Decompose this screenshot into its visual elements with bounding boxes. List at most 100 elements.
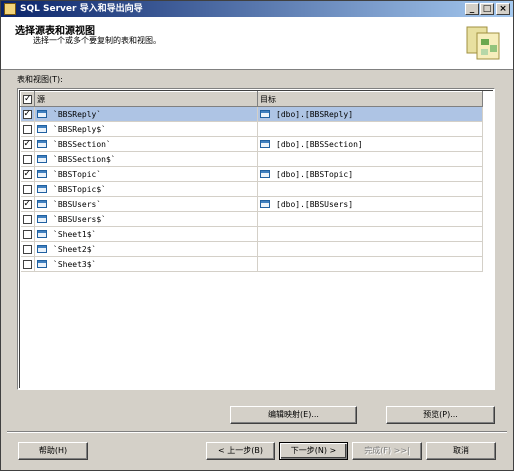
source-cell[interactable]: `Sheet1$` bbox=[34, 226, 258, 242]
source-cell[interactable]: `BBSUsers$` bbox=[34, 211, 258, 227]
table-icon bbox=[260, 110, 270, 118]
source-name: `BBSUsers` bbox=[53, 199, 102, 209]
destination-cell[interactable]: [dbo].[BBSSection] bbox=[257, 136, 483, 152]
tables-grid[interactable]: ✓ 源 目标 ✓ `BBSReply` [dbo].[BBSReply] `BBSRe… bbox=[17, 88, 495, 390]
source-name: `BBSTopic` bbox=[53, 169, 102, 179]
row-checkbox-cell[interactable] bbox=[20, 121, 35, 137]
tables-views-label: 表和视图(T): bbox=[17, 75, 63, 84]
empty-cell bbox=[258, 317, 483, 332]
preview-button[interactable]: 预览(P)... bbox=[386, 406, 495, 424]
row-checkbox-cell[interactable] bbox=[20, 241, 35, 257]
table-icon bbox=[37, 260, 47, 268]
row-checkbox-cell[interactable] bbox=[20, 181, 35, 197]
source-cell[interactable]: `Sheet2$` bbox=[34, 241, 258, 257]
table-row[interactable]: ✓ `BBSUsers` [dbo].[BBSUsers] bbox=[20, 196, 483, 212]
row-checkbox[interactable] bbox=[22, 259, 32, 269]
table-icon bbox=[37, 245, 47, 253]
table-icon bbox=[37, 230, 47, 238]
table-row[interactable]: `Sheet2$` bbox=[20, 241, 483, 257]
maximize-button[interactable]: □ bbox=[480, 3, 494, 15]
source-name: `BBSReply` bbox=[53, 109, 102, 119]
row-checkbox[interactable] bbox=[22, 124, 32, 134]
source-cell[interactable]: `BBSSection` bbox=[34, 136, 258, 152]
destination-cell[interactable] bbox=[257, 226, 483, 242]
empty-cell bbox=[21, 302, 35, 317]
edit-mappings-button[interactable]: 编辑映射(E)... bbox=[230, 406, 357, 424]
destination-cell[interactable] bbox=[257, 256, 483, 272]
destination-name: [dbo].[BBSSection] bbox=[276, 139, 363, 149]
finish-button[interactable]: 完成(F) >>| bbox=[352, 442, 422, 460]
empty-cell bbox=[35, 347, 258, 362]
source-cell[interactable]: `BBSReply` bbox=[34, 106, 258, 122]
minimize-button[interactable]: _ bbox=[465, 3, 479, 15]
empty-cell bbox=[35, 272, 258, 287]
empty-cell bbox=[258, 332, 483, 347]
empty-row bbox=[21, 362, 483, 377]
destination-column-header[interactable]: 目标 bbox=[257, 91, 483, 107]
row-checkbox-cell[interactable]: ✓ bbox=[20, 106, 35, 122]
source-cell[interactable]: `BBSSection$` bbox=[34, 151, 258, 167]
empty-cell bbox=[21, 287, 35, 302]
source-cell[interactable]: `BBSTopic` bbox=[34, 166, 258, 182]
row-checkbox[interactable]: ✓ bbox=[22, 199, 32, 209]
title-bar[interactable]: SQL Server 导入和导出向导 _ □ × bbox=[1, 1, 513, 17]
row-checkbox-cell[interactable]: ✓ bbox=[20, 196, 35, 212]
table-row[interactable]: ✓ `BBSSection` [dbo].[BBSSection] bbox=[20, 136, 483, 152]
table-icon bbox=[260, 170, 270, 178]
row-checkbox-cell[interactable] bbox=[20, 256, 35, 272]
row-checkbox-cell[interactable] bbox=[20, 226, 35, 242]
source-name: `BBSSection` bbox=[53, 139, 111, 149]
next-button[interactable]: 下一步(N) > bbox=[279, 442, 348, 460]
table-row[interactable]: `BBSSection$` bbox=[20, 151, 483, 167]
table-icon bbox=[37, 215, 47, 223]
cancel-button[interactable]: 取消 bbox=[426, 442, 496, 460]
source-cell[interactable]: `BBSReply$` bbox=[34, 121, 258, 137]
select-all-header[interactable]: ✓ bbox=[20, 91, 35, 107]
source-column-header[interactable]: 源 bbox=[34, 91, 258, 107]
help-button[interactable]: 帮助(H) bbox=[18, 442, 88, 460]
app-icon bbox=[4, 3, 16, 15]
empty-row bbox=[21, 332, 483, 347]
destination-cell[interactable]: [dbo].[BBSUsers] bbox=[257, 196, 483, 212]
table-row[interactable]: `BBSUsers$` bbox=[20, 211, 483, 227]
table-row[interactable]: `BBSReply$` bbox=[20, 121, 483, 137]
destination-cell[interactable] bbox=[257, 151, 483, 167]
row-checkbox[interactable] bbox=[22, 244, 32, 254]
destination-cell[interactable] bbox=[257, 181, 483, 197]
row-checkbox[interactable] bbox=[22, 214, 32, 224]
empty-cell bbox=[258, 287, 483, 302]
empty-cell bbox=[21, 347, 35, 362]
row-checkbox-cell[interactable] bbox=[20, 211, 35, 227]
destination-cell[interactable] bbox=[257, 241, 483, 257]
row-checkbox-cell[interactable]: ✓ bbox=[20, 166, 35, 182]
close-button[interactable]: × bbox=[496, 3, 510, 15]
source-cell[interactable]: `BBSUsers` bbox=[34, 196, 258, 212]
source-name: `BBSTopic$` bbox=[53, 184, 106, 194]
table-row[interactable]: `Sheet3$` bbox=[20, 256, 483, 272]
destination-cell[interactable]: [dbo].[BBSReply] bbox=[257, 106, 483, 122]
source-cell[interactable]: `Sheet3$` bbox=[34, 256, 258, 272]
empty-cell bbox=[258, 302, 483, 317]
row-checkbox[interactable] bbox=[22, 229, 32, 239]
row-checkbox[interactable]: ✓ bbox=[22, 109, 32, 119]
row-checkbox[interactable] bbox=[22, 154, 32, 164]
destination-cell[interactable] bbox=[257, 121, 483, 137]
select-all-checkbox[interactable]: ✓ bbox=[23, 94, 32, 104]
row-checkbox-cell[interactable] bbox=[20, 151, 35, 167]
row-checkbox[interactable] bbox=[22, 184, 32, 194]
row-checkbox[interactable]: ✓ bbox=[22, 169, 32, 179]
row-checkbox[interactable]: ✓ bbox=[22, 139, 32, 149]
destination-name: [dbo].[BBSTopic] bbox=[276, 169, 354, 179]
destination-cell[interactable]: [dbo].[BBSTopic] bbox=[257, 166, 483, 182]
table-row[interactable]: `BBSTopic$` bbox=[20, 181, 483, 197]
back-button[interactable]: < 上一步(B) bbox=[206, 442, 275, 460]
empty-cell bbox=[21, 362, 35, 377]
source-cell[interactable]: `BBSTopic$` bbox=[34, 181, 258, 197]
table-row[interactable]: `Sheet1$` bbox=[20, 226, 483, 242]
destination-cell[interactable] bbox=[257, 211, 483, 227]
table-row[interactable]: ✓ `BBSReply` [dbo].[BBSReply] bbox=[20, 106, 483, 122]
empty-row bbox=[21, 317, 483, 332]
row-checkbox-cell[interactable]: ✓ bbox=[20, 136, 35, 152]
empty-cell bbox=[35, 287, 258, 302]
table-row[interactable]: ✓ `BBSTopic` [dbo].[BBSTopic] bbox=[20, 166, 483, 182]
